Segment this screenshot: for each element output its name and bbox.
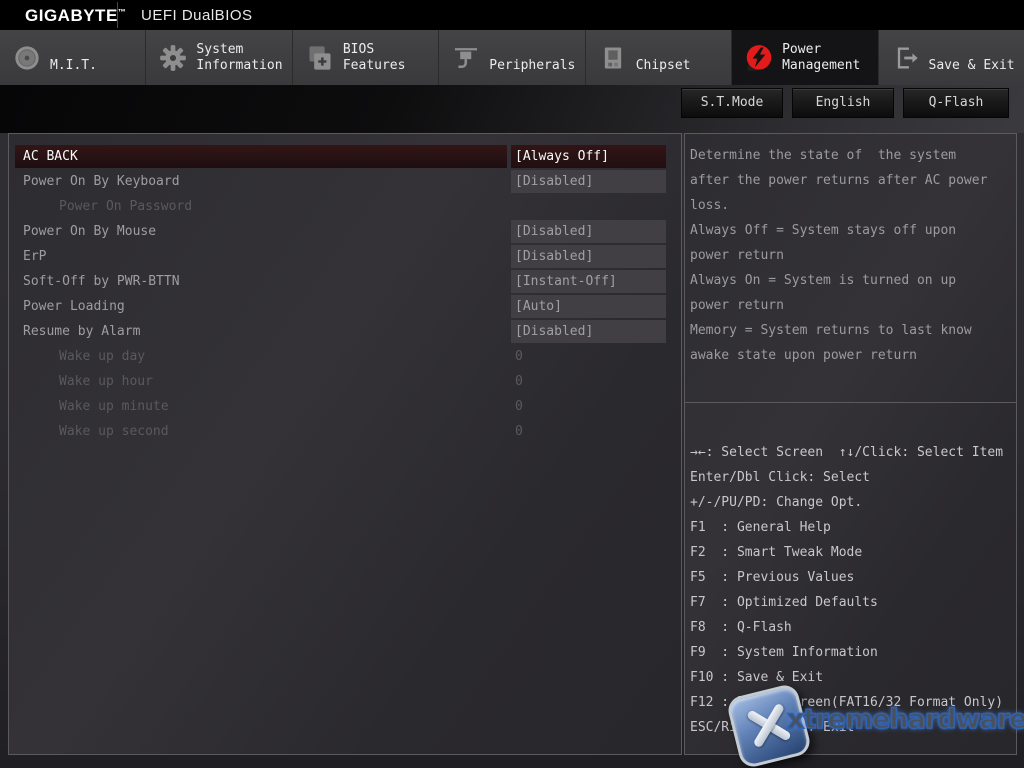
tab-label: Save & Exit [929, 42, 1015, 74]
peripherals-plug-icon [452, 44, 480, 72]
help-text: Determine the state of the system after … [690, 143, 1012, 368]
setting-value: 0 [511, 370, 666, 393]
setting-label: Wake up second [15, 420, 543, 443]
tab-mit[interactable]: M.I.T. [0, 30, 146, 85]
row-wake-up-day: Wake up day 0 [15, 345, 675, 370]
tab-chipset[interactable]: Chipset [586, 30, 732, 85]
legend-line: F8 : Q-Flash [690, 615, 1016, 640]
legend-line: F1 : General Help [690, 515, 1016, 540]
setting-value[interactable]: [Disabled] [511, 245, 666, 268]
settings-panel: AC BACK [Always Off] Power On By Keyboar… [8, 133, 682, 755]
row-power-on-mouse[interactable]: Power On By Mouse [Disabled] [15, 220, 675, 245]
help-panel: Determine the state of the system after … [684, 133, 1017, 755]
setting-value[interactable]: [Disabled] [511, 320, 666, 343]
help-separator [685, 402, 1016, 403]
gear-icon [159, 44, 187, 72]
language-button[interactable]: English [792, 88, 894, 118]
legend-line: ESC/Right Click: Exit [690, 715, 1016, 740]
setting-label: Resume by Alarm [15, 320, 507, 343]
help-line: loss. [690, 193, 1012, 218]
chipset-icon [599, 44, 627, 72]
tab-label: Chipset [636, 42, 691, 74]
legend-line: F12 : Print Screen(FAT16/32 Format Only) [690, 690, 1016, 715]
qflash-button[interactable]: Q-Flash [903, 88, 1009, 118]
row-wake-up-hour: Wake up hour 0 [15, 370, 675, 395]
legend-line: +/-/PU/PD: Change Opt. [690, 490, 1016, 515]
mit-dial-icon [13, 44, 41, 72]
legend-line: F9 : System Information [690, 640, 1016, 665]
setting-label: AC BACK [15, 145, 507, 168]
setting-value: 0 [511, 420, 666, 443]
help-line: Always On = System is turned on up [690, 268, 1012, 293]
tab-bar: M.I.T. SystemInformation BIOS [0, 30, 1024, 85]
tab-save-exit[interactable]: Save & Exit [879, 30, 1024, 85]
exit-icon [892, 44, 920, 72]
setting-value[interactable]: [Instant-Off] [511, 270, 666, 293]
product-title: UEFI DualBIOS [141, 7, 253, 24]
gigabyte-logo: GIGABYTE™ [25, 6, 126, 26]
row-power-on-keyboard[interactable]: Power On By Keyboard [Disabled] [15, 170, 675, 195]
help-line: Determine the state of the system [690, 143, 1012, 168]
legend-line: F5 : Previous Values [690, 565, 1016, 590]
help-line: power return [690, 243, 1012, 268]
tab-label: PowerManagement [782, 42, 860, 74]
legend-line: F2 : Smart Tweak Mode [690, 540, 1016, 565]
bios-chip-icon [306, 44, 334, 72]
setting-label: ErP [15, 245, 507, 268]
help-line: after the power returns after AC power [690, 168, 1012, 193]
row-power-loading[interactable]: Power Loading [Auto] [15, 295, 675, 320]
setting-value: 0 [511, 395, 666, 418]
setting-label: Power On By Keyboard [15, 170, 507, 193]
setting-value[interactable]: [Auto] [511, 295, 666, 318]
settings-list: AC BACK [Always Off] Power On By Keyboar… [15, 145, 675, 445]
tab-label: SystemInformation [196, 42, 282, 74]
tab-label: Peripherals [489, 42, 575, 74]
setting-value: 0 [511, 345, 666, 368]
help-line: awake state upon power return [690, 343, 1012, 368]
trademark: ™ [118, 7, 127, 16]
bios-screen: GIGABYTE™ UEFI DualBIOS M.I.T. [0, 0, 1024, 768]
tab-label: BIOSFeatures [343, 42, 406, 74]
help-line: power return [690, 293, 1012, 318]
top-bar: GIGABYTE™ UEFI DualBIOS [0, 0, 1024, 30]
setting-label: Soft-Off by PWR-BTTN [15, 270, 507, 293]
tab-system-information[interactable]: SystemInformation [146, 30, 292, 85]
tab-power-management[interactable]: PowerManagement [732, 30, 878, 85]
legend-line: F7 : Optimized Defaults [690, 590, 1016, 615]
setting-value[interactable]: [Disabled] [511, 170, 666, 193]
row-resume-by-alarm[interactable]: Resume by Alarm [Disabled] [15, 320, 675, 345]
legend-line: Enter/Dbl Click: Select [690, 465, 1016, 490]
setting-label: Wake up hour [15, 370, 543, 393]
help-line: Memory = System returns to last know [690, 318, 1012, 343]
row-wake-up-minute: Wake up minute 0 [15, 395, 675, 420]
tab-label: M.I.T. [50, 42, 97, 74]
tab-bios-features[interactable]: BIOSFeatures [293, 30, 439, 85]
setting-label: Wake up minute [15, 395, 543, 418]
power-bolt-icon [745, 44, 773, 72]
legend-line: →←: Select Screen ↑↓/Click: Select Item [690, 440, 1016, 465]
setting-value[interactable]: [Always Off] [511, 145, 666, 168]
row-soft-off-pwr-bttn[interactable]: Soft-Off by PWR-BTTN [Instant-Off] [15, 270, 675, 295]
setting-label: Power On By Mouse [15, 220, 507, 243]
row-wake-up-second: Wake up second 0 [15, 420, 675, 445]
topbar-divider [117, 2, 118, 28]
st-mode-button[interactable]: S.T.Mode [681, 88, 783, 118]
row-ac-back[interactable]: AC BACK [Always Off] [15, 145, 675, 170]
row-erp[interactable]: ErP [Disabled] [15, 245, 675, 270]
setting-label: Wake up day [15, 345, 543, 368]
legend-line: F10 : Save & Exit [690, 665, 1016, 690]
setting-label: Power Loading [15, 295, 507, 318]
setting-value[interactable]: [Disabled] [511, 220, 666, 243]
help-line: Always Off = System stays off upon [690, 218, 1012, 243]
tab-peripherals[interactable]: Peripherals [439, 30, 585, 85]
row-power-on-password: Power On Password [15, 195, 675, 220]
key-legend: →←: Select Screen ↑↓/Click: Select Item … [690, 440, 1016, 740]
setting-label: Power On Password [15, 195, 543, 218]
